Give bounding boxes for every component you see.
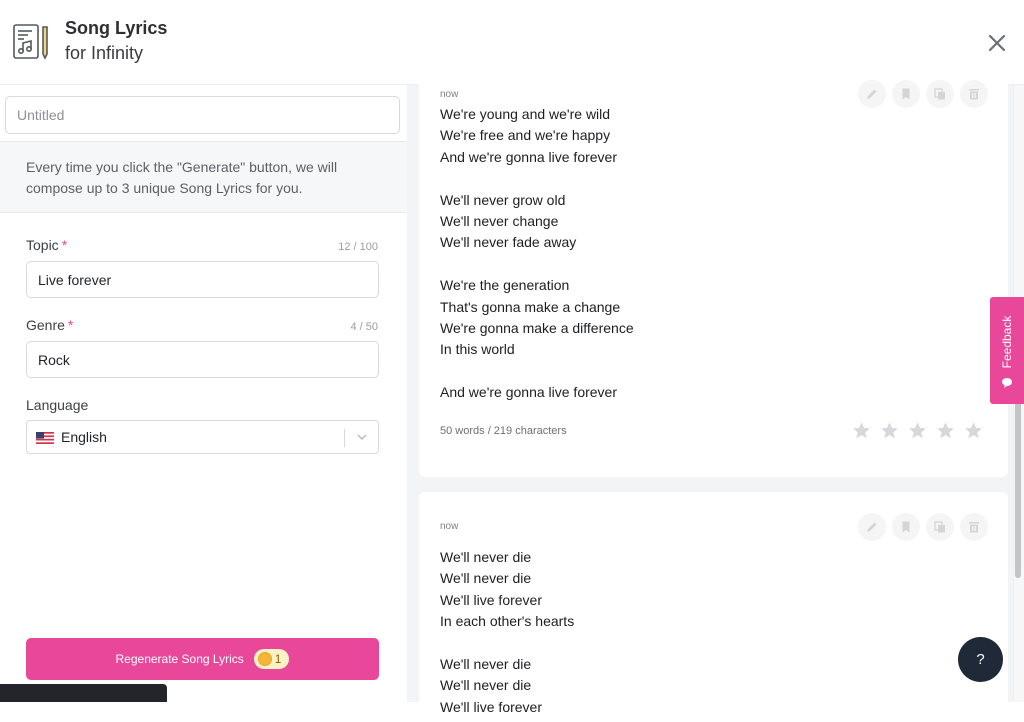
topic-input[interactable]	[26, 261, 379, 298]
genre-counter: 4 / 50	[350, 321, 378, 333]
feedback-tab[interactable]: Feedback	[990, 297, 1024, 404]
topic-label: Topic *	[26, 237, 68, 253]
delete-button[interactable]	[960, 80, 988, 108]
required-mark: *	[61, 237, 68, 253]
info-text: Every time you click the "Generate" butt…	[0, 141, 407, 213]
results-panel: now We're young and we're wild We're fre…	[407, 75, 1024, 722]
delete-button[interactable]	[960, 513, 988, 541]
pencil-icon	[867, 89, 877, 99]
card-actions	[858, 513, 988, 541]
form-panel: Every time you click the "Generate" butt…	[0, 85, 407, 702]
edit-button[interactable]	[858, 80, 886, 108]
copy-icon	[934, 88, 945, 100]
scrollbar-thumb[interactable]	[1015, 400, 1021, 578]
result-card: now We're young and we're wild We're fre…	[419, 75, 1008, 477]
word-count: 50 words / 219 characters	[440, 425, 567, 437]
star-2[interactable]	[880, 421, 899, 440]
app-subtitle: for Infinity	[65, 43, 144, 63]
star-4[interactable]	[936, 421, 955, 440]
lyrics-text: We're young and we're wild We're free an…	[440, 106, 634, 401]
chat-bubble-icon	[1002, 378, 1012, 388]
bookmark-button[interactable]	[892, 80, 920, 108]
select-separator	[344, 429, 345, 447]
bottom-toolbar	[0, 684, 167, 702]
language-select[interactable]: English	[26, 420, 379, 454]
lyrics-text: We'll never die We'll never die We'll li…	[440, 549, 575, 715]
copy-button[interactable]	[926, 513, 954, 541]
star-1[interactable]	[852, 421, 871, 440]
edit-button[interactable]	[858, 513, 886, 541]
bookmark-button[interactable]	[892, 513, 920, 541]
song-lyrics-document-icon	[13, 24, 48, 60]
bookmark-icon	[902, 88, 910, 100]
bookmark-icon	[902, 521, 910, 533]
card-actions	[858, 80, 988, 108]
credit-count: 1	[274, 652, 282, 666]
us-flag-icon	[36, 432, 54, 444]
copy-button[interactable]	[926, 80, 954, 108]
document-title-input[interactable]	[5, 96, 400, 134]
card-timestamp: now	[440, 89, 459, 100]
genre-input[interactable]	[26, 341, 379, 378]
regenerate-label: Regenerate Song Lyrics	[115, 652, 244, 666]
feedback-label: Feedback	[1000, 315, 1014, 369]
chevron-down-icon[interactable]	[355, 430, 369, 444]
trash-icon	[969, 522, 979, 533]
result-card: now We'll never die We'll never die We'l…	[419, 492, 1008, 722]
app-header: Song Lyrics for Infinity	[0, 0, 1024, 85]
language-value: English	[61, 429, 107, 445]
coin-icon	[257, 652, 272, 666]
topic-counter: 12 / 100	[338, 241, 378, 253]
star-5[interactable]	[964, 421, 983, 440]
help-button[interactable]: ?	[958, 637, 1003, 682]
rating-stars	[852, 421, 983, 440]
trash-icon	[969, 89, 979, 100]
app-title: Song Lyrics	[65, 18, 168, 38]
pencil-icon	[867, 522, 877, 532]
regenerate-button[interactable]: Regenerate Song Lyrics 1	[26, 638, 379, 680]
close-icon[interactable]	[984, 30, 1010, 56]
copy-icon	[934, 521, 945, 533]
star-3[interactable]	[908, 421, 927, 440]
language-label: Language	[26, 397, 89, 413]
credit-cost-badge: 1	[253, 649, 290, 669]
card-timestamp: now	[440, 521, 459, 532]
required-mark: *	[67, 317, 74, 333]
genre-label: Genre *	[26, 317, 74, 333]
